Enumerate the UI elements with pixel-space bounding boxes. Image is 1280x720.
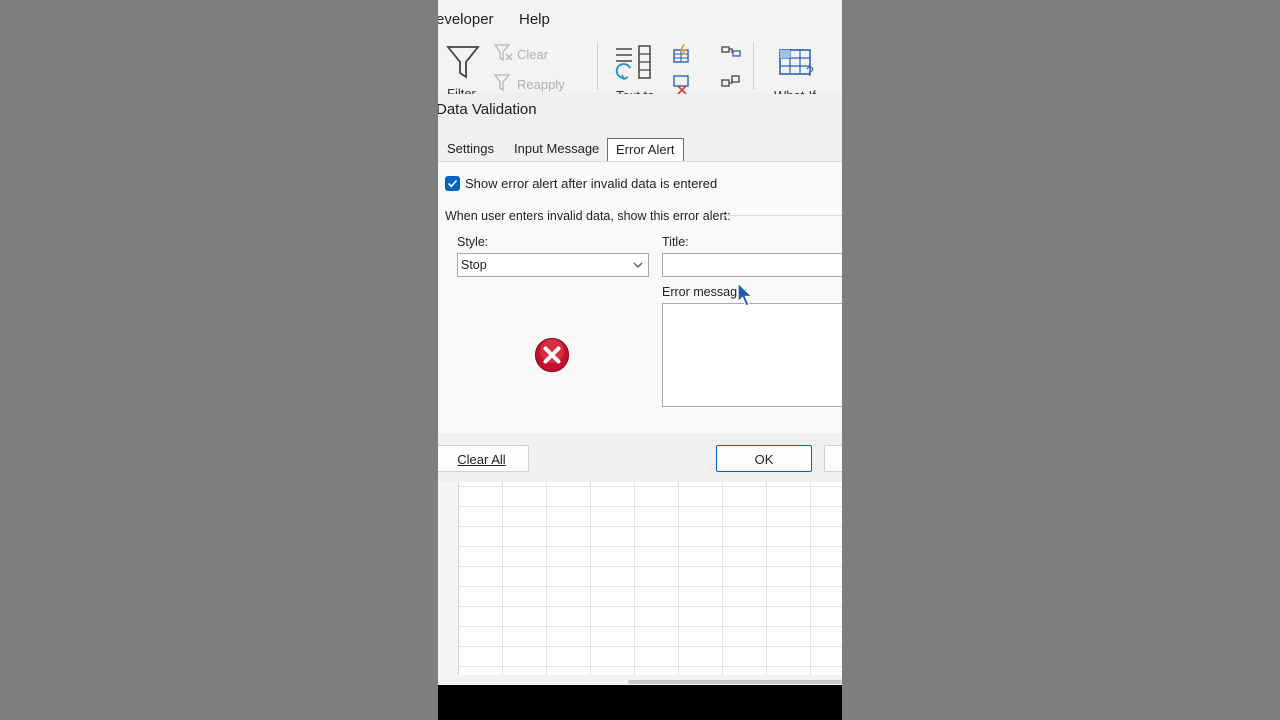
title-label: Title:	[662, 235, 689, 249]
group-divider	[722, 215, 842, 216]
relationships-icon	[721, 75, 740, 87]
consolidate-button[interactable]	[720, 44, 742, 64]
style-value: Stop	[461, 258, 487, 272]
what-if-analysis-button[interactable]: ? What-If	[772, 42, 832, 103]
what-if-icon: ?	[779, 49, 814, 79]
error-message-input[interactable]	[662, 303, 842, 407]
cancel-button[interactable]	[824, 445, 842, 472]
filter-button[interactable]: Filter	[444, 42, 488, 101]
left-background	[0, 0, 438, 720]
clear-filter-icon	[494, 44, 513, 62]
scrollbar-thumb[interactable]	[628, 680, 842, 684]
checkmark-icon	[447, 179, 458, 188]
ribbon-tab-bar: eveloper Help	[438, 0, 842, 38]
clear-filter-button[interactable]: Clear	[492, 44, 562, 64]
flash-fill-button[interactable]	[672, 43, 692, 64]
stop-error-icon	[534, 337, 570, 373]
svg-text:?: ?	[806, 63, 814, 79]
bottom-black-bar	[438, 685, 842, 720]
title-input[interactable]	[662, 253, 842, 277]
clear-label: Clear	[517, 47, 549, 62]
error-alert-panel: Show error alert after invalid data is e…	[438, 161, 842, 434]
dialog-footer: Clear All OK	[438, 433, 842, 482]
reapply-label: Reapply	[517, 77, 565, 92]
style-dropdown[interactable]: Stop	[457, 253, 649, 277]
show-error-alert-checkbox[interactable]	[445, 176, 460, 191]
mouse-cursor-icon	[737, 282, 754, 307]
horizontal-scrollbar[interactable]	[438, 675, 842, 685]
clear-all-label: Clear All	[457, 452, 506, 467]
dialog-title: Data Validation	[438, 101, 537, 118]
chevron-down-icon	[633, 262, 643, 268]
remove-duplicates-icon	[673, 75, 689, 95]
flash-fill-icon	[673, 43, 689, 63]
worksheet-grid[interactable]	[438, 482, 842, 682]
group-label: When user enters invalid data, show this…	[445, 209, 731, 223]
tab-help[interactable]: Help	[519, 11, 550, 28]
relationships-button[interactable]	[720, 74, 742, 94]
ok-button[interactable]: OK	[716, 445, 812, 472]
error-message-label: Error message:	[662, 285, 748, 299]
tab-settings[interactable]: Settings	[439, 138, 502, 160]
show-error-alert-label[interactable]: Show error alert after invalid data is e…	[465, 176, 717, 191]
clear-all-button[interactable]: Clear All	[438, 445, 529, 472]
dialog-tabstrip: Settings Input Message Error Alert	[438, 138, 842, 162]
tab-input-message[interactable]: Input Message	[506, 138, 607, 160]
excel-screen: eveloper Help Filter Clear Reapply	[438, 0, 842, 720]
data-validation-dialog: Data Validation Settings Input Message E…	[438, 94, 842, 482]
text-to-columns-button[interactable]: Text to	[610, 42, 660, 103]
text-to-columns-icon	[615, 45, 651, 81]
consolidate-icon	[721, 46, 741, 57]
ribbon: Filter Clear Reapply Text to	[438, 38, 842, 103]
right-background	[842, 0, 1280, 720]
tab-developer[interactable]: eveloper	[438, 11, 494, 28]
reapply-icon	[494, 74, 511, 92]
remove-duplicates-button[interactable]	[672, 74, 692, 95]
tab-error-alert[interactable]: Error Alert	[607, 138, 684, 162]
row-headers	[438, 482, 459, 682]
reapply-button[interactable]: Reapply	[492, 74, 572, 94]
ribbon-separator	[753, 42, 754, 90]
ribbon-separator	[597, 42, 598, 90]
filter-icon	[446, 46, 480, 79]
style-label: Style:	[457, 235, 489, 249]
